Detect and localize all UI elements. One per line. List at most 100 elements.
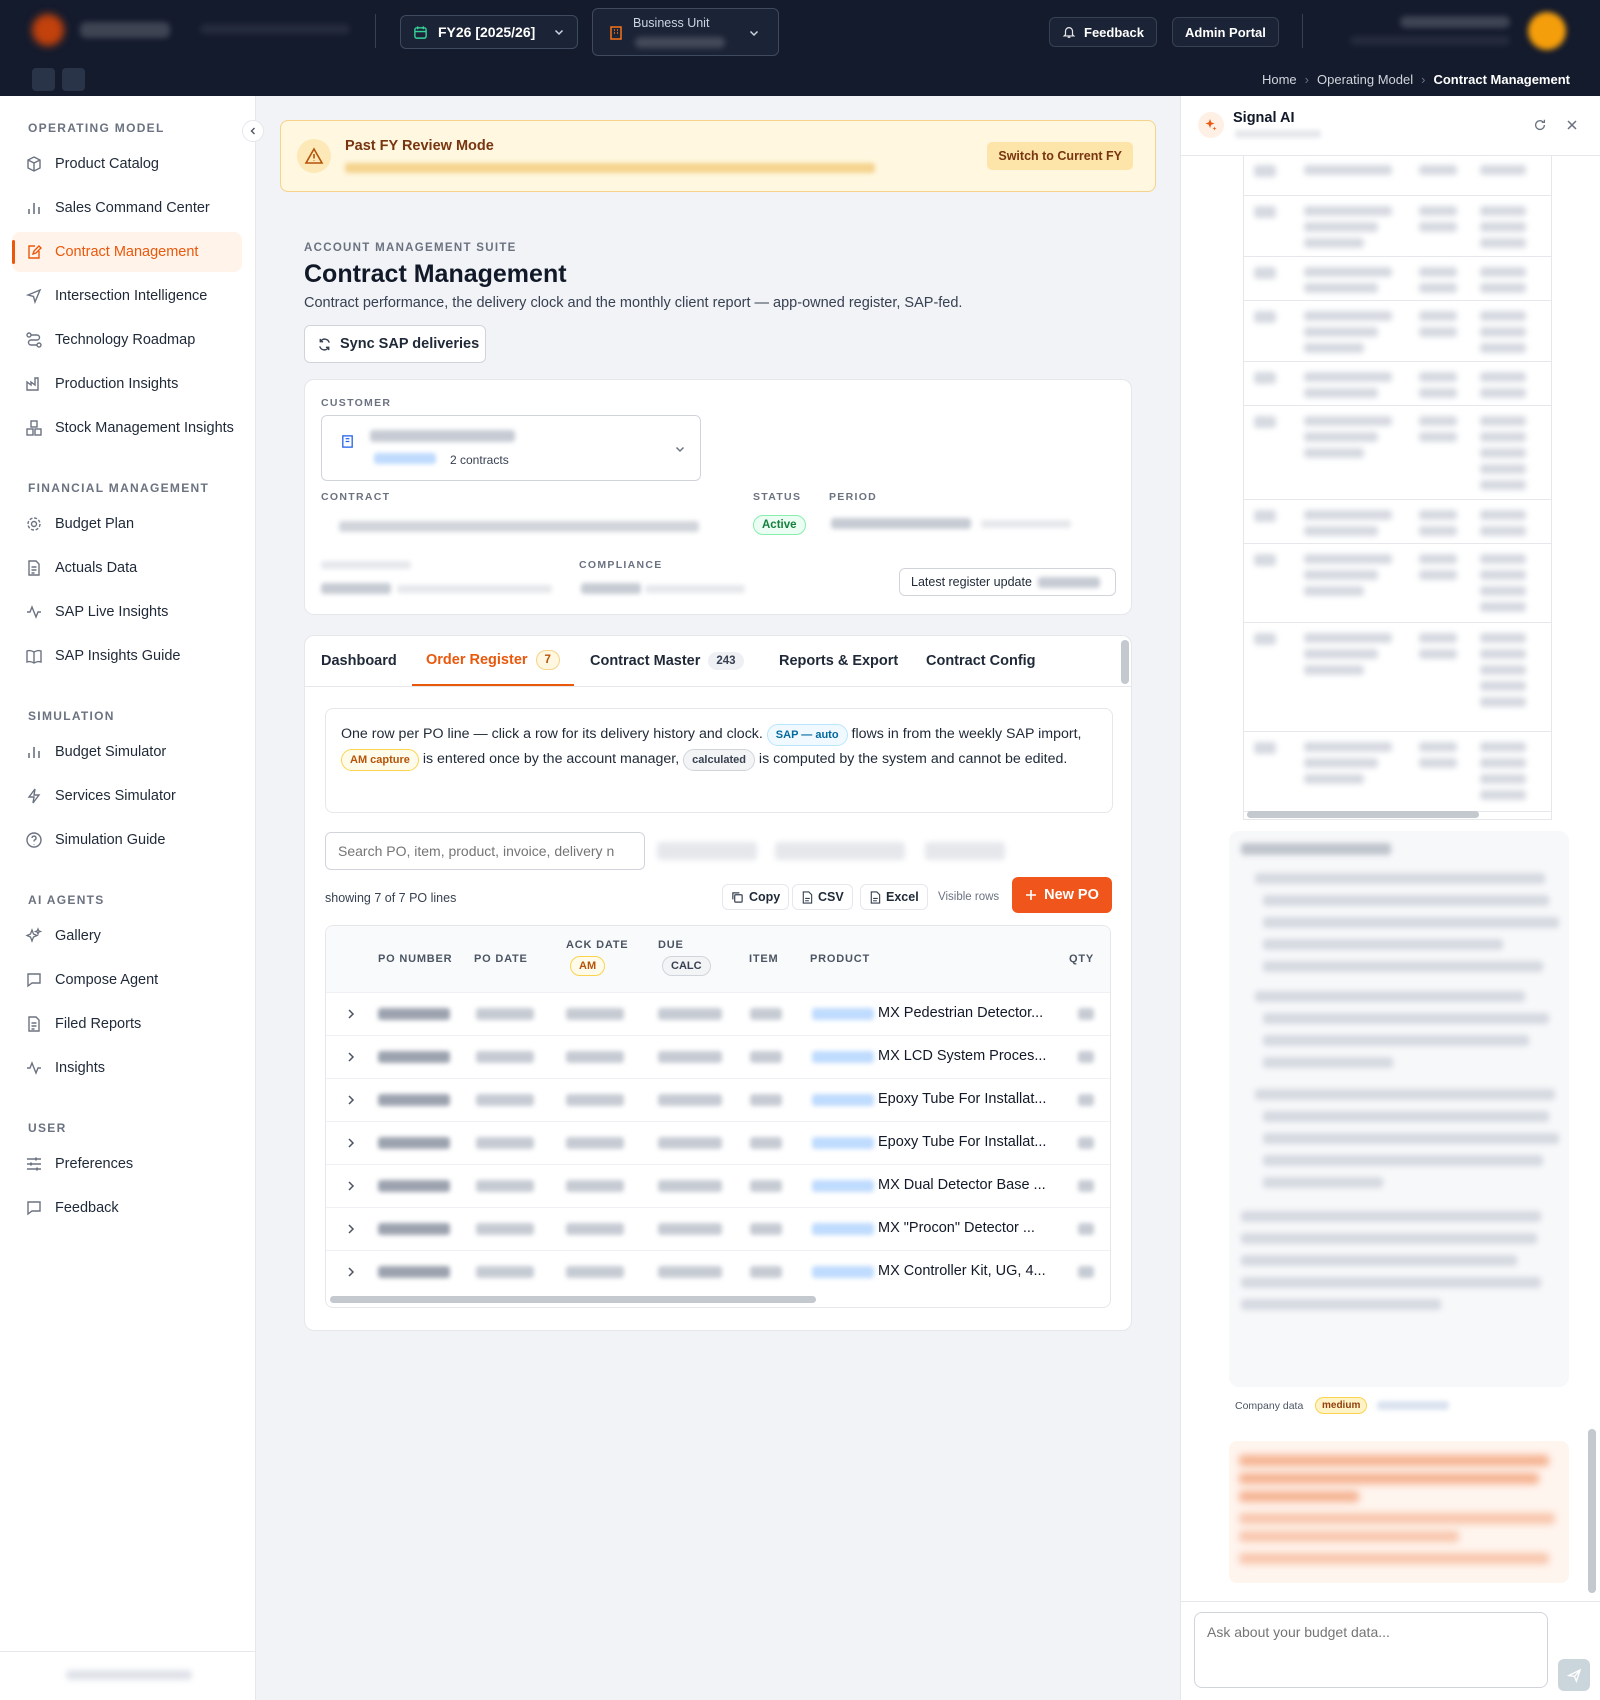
business-unit-selector[interactable]: Business Unit bbox=[592, 8, 779, 56]
refresh-icon[interactable] bbox=[1533, 118, 1547, 132]
sidebar-item-production-insights[interactable]: Production Insights bbox=[12, 364, 242, 404]
sidebar-item-sap-live-insights[interactable]: SAP Live Insights bbox=[12, 592, 242, 632]
sidebar-item-feedback[interactable]: Feedback bbox=[12, 1188, 242, 1228]
close-icon[interactable] bbox=[1565, 118, 1579, 132]
ai-table-scrollbar[interactable] bbox=[1247, 811, 1479, 818]
latest-register-update: Latest register update bbox=[899, 568, 1116, 596]
sidebar-item-intersection-intelligence[interactable]: Intersection Intelligence bbox=[12, 276, 242, 316]
col-item[interactable]: ITEM bbox=[749, 953, 778, 965]
sidebar-item-stock-management-insights[interactable]: Stock Management Insights bbox=[12, 408, 242, 448]
sidebar-item-technology-roadmap[interactable]: Technology Roadmap bbox=[12, 320, 242, 360]
sidebar-item-preferences[interactable]: Preferences bbox=[12, 1144, 242, 1184]
qty-cell bbox=[1078, 1180, 1094, 1192]
chevron-right-icon[interactable] bbox=[344, 1093, 358, 1107]
sidebar-item-contract-management[interactable]: Contract Management bbox=[12, 232, 242, 272]
register-search-input[interactable] bbox=[325, 832, 645, 870]
filter-select[interactable] bbox=[775, 842, 905, 860]
chevron-right-icon[interactable] bbox=[344, 1007, 358, 1021]
toolbar-square-button[interactable] bbox=[32, 68, 55, 91]
col-po-number[interactable]: PO NUMBER bbox=[378, 953, 452, 965]
copy-icon bbox=[731, 891, 744, 904]
excel-button[interactable]: Excel bbox=[860, 884, 928, 910]
send-button[interactable] bbox=[1558, 1659, 1590, 1691]
collapse-sidebar-button[interactable] bbox=[242, 120, 264, 142]
table-row[interactable]: MX Controller Kit, UG, 4... bbox=[326, 1250, 1110, 1293]
tab-contract-config[interactable]: Contract Config bbox=[926, 636, 1036, 686]
sidebar-item-budget-plan[interactable]: Budget Plan bbox=[12, 504, 242, 544]
fiscal-year-selector[interactable]: FY26 [2025/26] bbox=[400, 15, 578, 49]
sidebar-item-filed-reports[interactable]: Filed Reports bbox=[12, 1004, 242, 1044]
qty-cell bbox=[1078, 1094, 1094, 1106]
version-footer bbox=[66, 1670, 192, 1680]
period-label: PERIOD bbox=[829, 491, 878, 503]
sidebar-item-product-catalog[interactable]: Product Catalog bbox=[12, 144, 242, 184]
breadcrumb-home[interactable]: Home bbox=[1262, 72, 1297, 87]
breadcrumb-operating-model[interactable]: Operating Model bbox=[1317, 72, 1413, 87]
top-bar: FY26 [2025/26] Business Unit Feedback Ad… bbox=[0, 0, 1600, 96]
message-square-icon bbox=[25, 971, 43, 989]
avatar[interactable] bbox=[1528, 12, 1566, 50]
col-qty[interactable]: QTY bbox=[1069, 953, 1094, 965]
contract-selector[interactable] bbox=[321, 511, 736, 541]
ai-chat-input[interactable] bbox=[1194, 1612, 1548, 1688]
filter-select[interactable] bbox=[925, 842, 1005, 860]
table-row[interactable]: MX "Procon" Detector ... bbox=[326, 1207, 1110, 1250]
contract-label: CONTRACT bbox=[321, 491, 391, 503]
tab-contract-master[interactable]: Contract Master 243 bbox=[590, 636, 744, 686]
copy-button[interactable]: Copy bbox=[722, 884, 790, 910]
tab-scrollbar[interactable] bbox=[1121, 640, 1129, 684]
col-product[interactable]: PRODUCT bbox=[810, 953, 870, 965]
table-row[interactable]: Epoxy Tube For Installat... bbox=[326, 1121, 1110, 1164]
sidebar-item-insights[interactable]: Insights bbox=[12, 1048, 242, 1088]
sync-sap-deliveries-button[interactable]: Sync SAP deliveries bbox=[304, 325, 486, 363]
sidebar-item-actuals-data[interactable]: Actuals Data bbox=[12, 548, 242, 588]
user-menu[interactable] bbox=[1310, 8, 1580, 54]
sidebar-item-sales-command-center[interactable]: Sales Command Center bbox=[12, 188, 242, 228]
chevron-left-icon bbox=[248, 126, 258, 136]
chevron-right-icon[interactable] bbox=[344, 1222, 358, 1236]
chevron-right-icon[interactable] bbox=[344, 1050, 358, 1064]
ai-panel-scrollbar[interactable] bbox=[1588, 1429, 1596, 1593]
col-ack-date[interactable]: ACK DATE bbox=[566, 939, 628, 951]
visible-rows-toggle[interactable]: Visible rows bbox=[938, 891, 999, 903]
table-row[interactable]: MX Pedestrian Detector... bbox=[326, 992, 1110, 1035]
col-po-date[interactable]: PO DATE bbox=[474, 953, 528, 965]
chevron-right-icon[interactable] bbox=[344, 1179, 358, 1193]
tab-dashboard[interactable]: Dashboard bbox=[321, 636, 397, 686]
sidebar-item-budget-simulator[interactable]: Budget Simulator bbox=[12, 732, 242, 772]
table-body: MX Pedestrian Detector... MX LCD System P… bbox=[326, 992, 1110, 1293]
table-row[interactable]: MX LCD System Proces... bbox=[326, 1035, 1110, 1078]
banner-title: Past FY Review Mode bbox=[345, 138, 494, 154]
po-number-cell bbox=[378, 1051, 450, 1063]
sidebar-item-compose-agent[interactable]: Compose Agent bbox=[12, 960, 242, 1000]
bar-chart-icon bbox=[25, 743, 43, 761]
feedback-button[interactable]: Feedback bbox=[1049, 17, 1157, 47]
csv-button[interactable]: CSV bbox=[792, 884, 853, 910]
sidebar-item-services-simulator[interactable]: Services Simulator bbox=[12, 776, 242, 816]
po-date-cell bbox=[476, 1180, 534, 1192]
table-row[interactable]: MX Dual Detector Base ... bbox=[326, 1164, 1110, 1207]
table-row[interactable]: Epoxy Tube For Installat... bbox=[326, 1078, 1110, 1121]
sidebar-item-gallery[interactable]: Gallery bbox=[12, 916, 242, 956]
admin-portal-button[interactable]: Admin Portal bbox=[1172, 17, 1279, 47]
app-logo[interactable] bbox=[30, 12, 180, 48]
table-horizontal-scrollbar[interactable] bbox=[330, 1296, 816, 1303]
switch-to-current-fy-button[interactable]: Switch to Current FY bbox=[987, 142, 1133, 170]
chevron-right-icon: › bbox=[1421, 72, 1426, 87]
customer-selector[interactable]: 2 contracts bbox=[321, 415, 701, 481]
sidebar-item-simulation-guide[interactable]: Simulation Guide bbox=[12, 820, 242, 860]
period-value bbox=[831, 518, 971, 529]
toolbar-square-button[interactable] bbox=[62, 68, 85, 91]
col-due[interactable]: DUE bbox=[658, 939, 684, 951]
tab-reports-export[interactable]: Reports & Export bbox=[779, 636, 898, 686]
document-icon bbox=[25, 1015, 43, 1033]
filter-select[interactable] bbox=[657, 842, 757, 860]
ai-response-text bbox=[1229, 831, 1569, 1387]
breadcrumb: Home › Operating Model › Contract Manage… bbox=[1262, 72, 1570, 87]
ai-response-table bbox=[1243, 155, 1552, 820]
chevron-right-icon[interactable] bbox=[344, 1265, 358, 1279]
tab-order-register[interactable]: Order Register 7 bbox=[412, 636, 574, 686]
chevron-right-icon[interactable] bbox=[344, 1136, 358, 1150]
new-po-button[interactable]: New PO bbox=[1012, 877, 1112, 913]
sidebar-item-sap-insights-guide[interactable]: SAP Insights Guide bbox=[12, 636, 242, 676]
